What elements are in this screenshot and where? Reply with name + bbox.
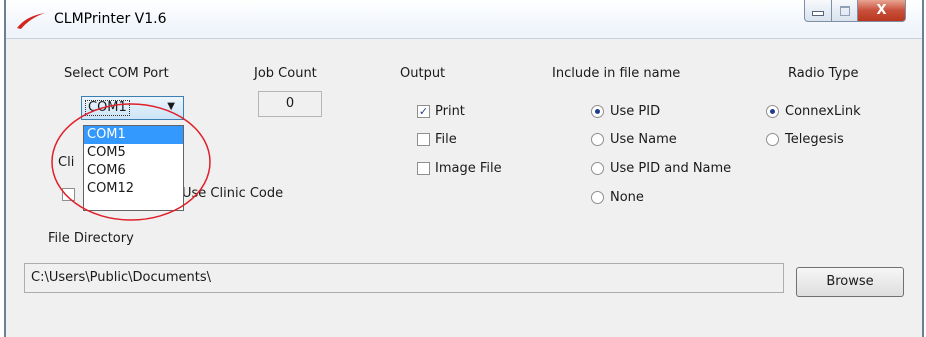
clinic-label-partial: Cli: [58, 155, 75, 170]
output-print-checkbox[interactable]: ✓: [417, 105, 430, 118]
output-file-row[interactable]: File: [417, 132, 457, 147]
close-icon: X: [876, 3, 887, 18]
com-port-option[interactable]: COM12: [84, 180, 183, 198]
maximize-button[interactable]: [832, 0, 858, 22]
chevron-down-icon[interactable]: ▼: [167, 101, 175, 112]
output-print-label: Print: [435, 104, 465, 119]
com-port-dropdown-list: COM1 COM5 COM6 COM12: [83, 125, 184, 211]
window-title: CLMPrinter V1.6: [54, 11, 167, 27]
output-image-file-label: Image File: [435, 161, 502, 176]
filename-use-name-row[interactable]: Use Name: [591, 132, 677, 147]
title-bar[interactable]: CLMPrinter V1.6 X: [6, 0, 922, 39]
filename-none-radio[interactable]: [591, 191, 604, 204]
com-port-option[interactable]: COM1: [84, 126, 183, 144]
browse-button[interactable]: Browse: [796, 267, 904, 297]
radio-type-telegesis-radio[interactable]: [766, 133, 779, 146]
output-image-file-checkbox[interactable]: [417, 162, 430, 175]
close-button[interactable]: X: [858, 0, 906, 22]
filename-use-pid-row[interactable]: Use PID: [591, 104, 660, 119]
app-window: CLMPrinter V1.6 X Select COM Port Job Co…: [4, 0, 924, 337]
window-controls: X: [804, 0, 906, 24]
radio-type-connexlink-radio[interactable]: [766, 105, 779, 118]
app-swoosh-icon: [17, 13, 45, 29]
filename-none-row[interactable]: None: [591, 190, 644, 205]
com-port-selected-value: COM1: [85, 100, 130, 116]
com-port-select[interactable]: COM1 ▼: [81, 96, 184, 120]
output-file-checkbox[interactable]: [417, 133, 430, 146]
filename-use-pid-and-name-radio[interactable]: [591, 162, 604, 175]
output-file-label: File: [435, 132, 457, 147]
minimize-icon: [812, 11, 824, 16]
output-print-row[interactable]: ✓ Print: [417, 104, 465, 119]
maximize-icon: [839, 5, 850, 16]
file-directory-field[interactable]: C:\Users\Public\Documents\: [24, 263, 784, 293]
job-count-label: Job Count: [254, 66, 317, 81]
minimize-button[interactable]: [804, 0, 832, 22]
radio-type-connexlink-row[interactable]: ConnexLink: [766, 104, 861, 119]
filename-none-label: None: [610, 190, 644, 205]
filename-use-name-radio[interactable]: [591, 133, 604, 146]
filename-use-name-label: Use Name: [610, 132, 677, 147]
use-clinic-code-row[interactable]: [62, 188, 80, 201]
com-port-option[interactable]: COM6: [84, 162, 183, 180]
output-label: Output: [400, 66, 446, 81]
com-port-option[interactable]: COM5: [84, 144, 183, 162]
filename-use-pid-and-name-row[interactable]: Use PID and Name: [591, 161, 731, 176]
com-port-label: Select COM Port: [64, 66, 169, 81]
file-directory-label: File Directory: [48, 231, 134, 246]
filename-use-pid-radio[interactable]: [591, 105, 604, 118]
radio-type-telegesis-label: Telegesis: [785, 132, 844, 147]
use-clinic-code-checkbox[interactable]: [62, 188, 75, 201]
job-count-value: 0: [258, 91, 322, 117]
filename-use-pid-and-name-label: Use PID and Name: [610, 161, 732, 176]
file-name-label: Include in file name: [552, 66, 681, 81]
use-clinic-code-label[interactable]: Use Clinic Code: [182, 186, 283, 201]
radio-type-label: Radio Type: [788, 66, 859, 81]
output-image-file-row[interactable]: Image File: [417, 161, 502, 176]
radio-type-connexlink-label: ConnexLink: [785, 104, 861, 119]
filename-use-pid-label: Use PID: [610, 104, 661, 119]
radio-type-telegesis-row[interactable]: Telegesis: [766, 132, 844, 147]
